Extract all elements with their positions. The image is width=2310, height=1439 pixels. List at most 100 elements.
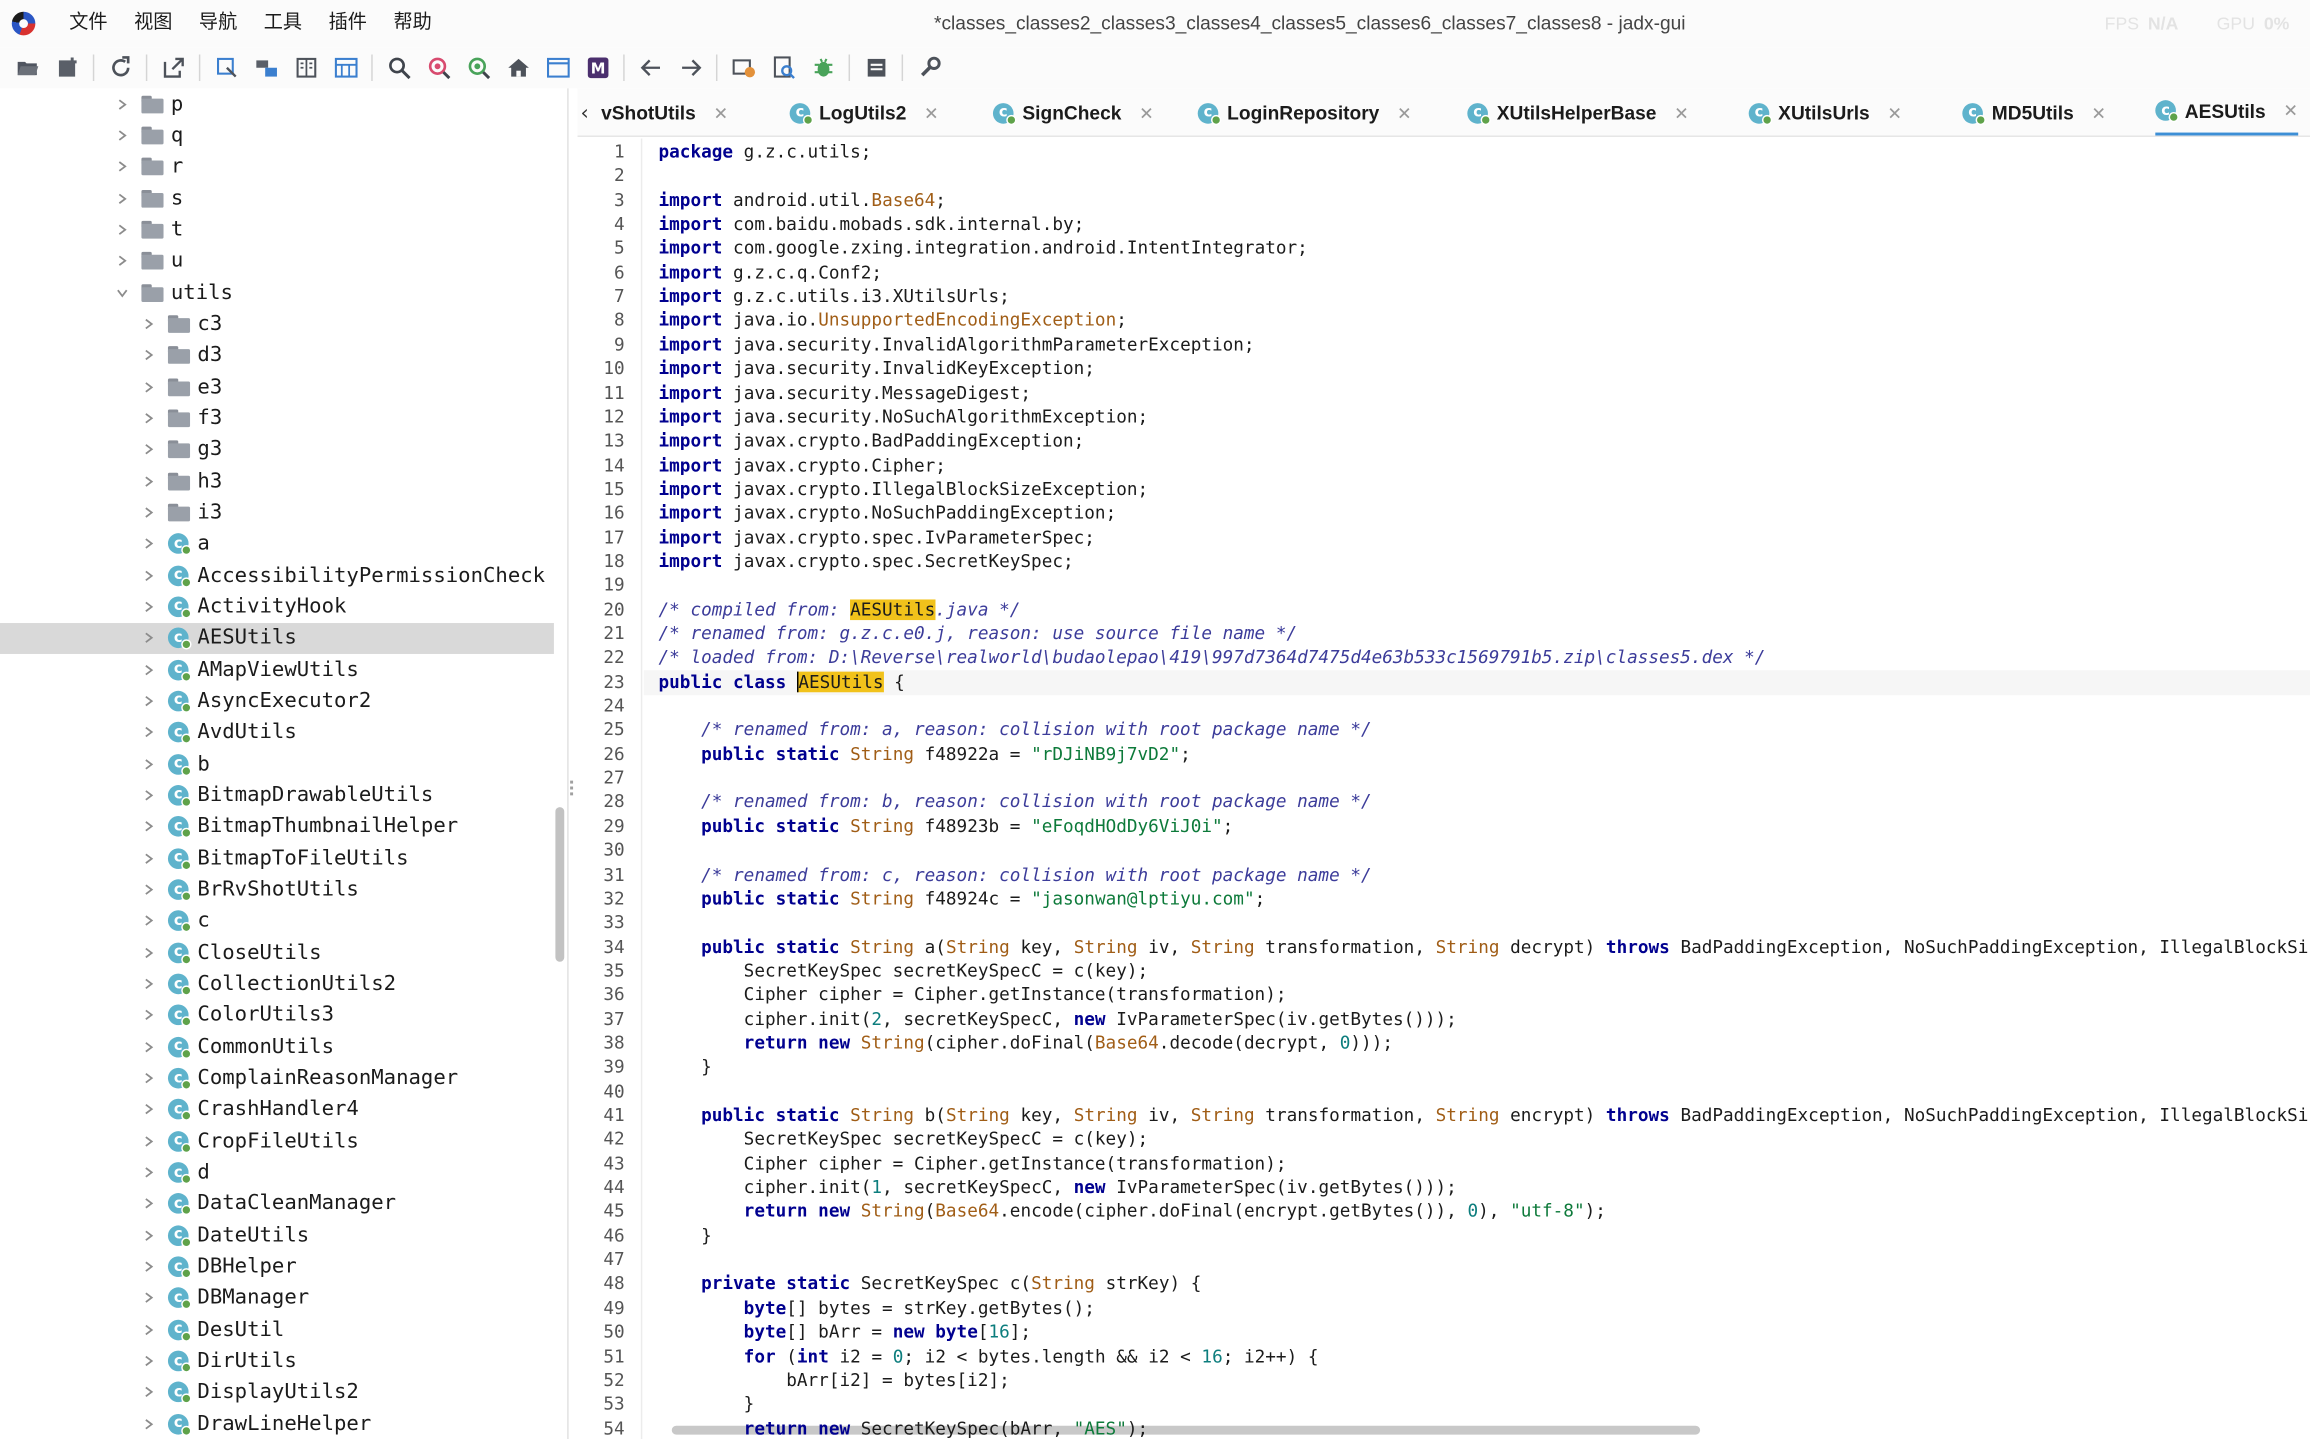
- open-icon[interactable]: [11, 52, 43, 84]
- chevron-right-icon[interactable]: [141, 725, 156, 740]
- tree-class-node[interactable]: c BitmapToFileUtils: [0, 843, 554, 874]
- tree-package-node[interactable]: g3: [0, 434, 554, 465]
- tree-class-node[interactable]: c DisplayUtils2: [0, 1377, 554, 1408]
- tree-package-node[interactable]: e3: [0, 371, 554, 402]
- tree-package-node[interactable]: u: [0, 246, 554, 277]
- chevron-right-icon[interactable]: [115, 191, 130, 206]
- tab-vshotutils[interactable]: vShotUtils ✕: [601, 88, 728, 135]
- tree-class-node[interactable]: c ActivityHook: [0, 591, 554, 622]
- tree-package-node[interactable]: q: [0, 120, 554, 151]
- tree-class-node[interactable]: c DesUtil: [0, 1314, 554, 1345]
- chevron-right-icon[interactable]: [141, 1197, 156, 1212]
- menu-tools[interactable]: 工具: [251, 0, 316, 47]
- chevron-right-icon[interactable]: [141, 1102, 156, 1117]
- chevron-right-icon[interactable]: [141, 914, 156, 929]
- tree-class-node[interactable]: c BrRvShotUtils: [0, 874, 554, 905]
- chevron-right-icon[interactable]: [141, 568, 156, 583]
- splitter-handle[interactable]: [570, 780, 574, 799]
- log-viewer-icon[interactable]: [541, 52, 573, 84]
- chevron-right-icon[interactable]: [141, 631, 156, 646]
- tree-class-node[interactable]: c CrashHandler4: [0, 1094, 554, 1125]
- chevron-right-icon[interactable]: [141, 599, 156, 614]
- tree-class-node[interactable]: c AMapViewUtils: [0, 654, 554, 685]
- close-icon[interactable]: ✕: [713, 102, 728, 123]
- tab-logutils2[interactable]: c LogUtils2 ✕: [789, 88, 939, 135]
- tree-class-node[interactable]: cc: [0, 906, 554, 937]
- tree-package-node[interactable]: h3: [0, 466, 554, 497]
- tree-package-node[interactable]: s: [0, 183, 554, 214]
- tree-scrollbar[interactable]: [555, 807, 565, 962]
- tree-package-node[interactable]: d3: [0, 340, 554, 371]
- tree-class-node[interactable]: c AESUtils: [0, 622, 554, 654]
- tree-class-node[interactable]: cb: [0, 748, 554, 779]
- tree-class-node[interactable]: c DateUtils: [0, 1220, 554, 1251]
- tree-class-node[interactable]: c CommonUtils: [0, 1031, 554, 1062]
- deobfuscate-icon[interactable]: [767, 52, 799, 84]
- chevron-right-icon[interactable]: [141, 1322, 156, 1337]
- tree-class-node[interactable]: c CollectionUtils2: [0, 968, 554, 999]
- forward-icon[interactable]: [674, 52, 706, 84]
- chevron-right-icon[interactable]: [141, 1354, 156, 1369]
- find-usage-icon[interactable]: [422, 52, 454, 84]
- tree-class-node[interactable]: ca: [0, 528, 554, 559]
- tree-package-node[interactable]: p: [0, 88, 554, 119]
- chevron-right-icon[interactable]: [115, 159, 130, 174]
- tree-package-node[interactable]: r: [0, 151, 554, 182]
- chevron-right-icon[interactable]: [115, 254, 130, 269]
- menu-view[interactable]: 视图: [121, 0, 186, 47]
- menu-help[interactable]: 帮助: [380, 0, 445, 47]
- chevron-right-icon[interactable]: [141, 819, 156, 834]
- menu-navigation[interactable]: 导航: [186, 0, 251, 47]
- tree-class-node[interactable]: c AccessibilityPermissionCheck: [0, 560, 554, 591]
- chevron-right-icon[interactable]: [141, 945, 156, 960]
- tab-loginrepository[interactable]: c LoginRepository ✕: [1197, 88, 1412, 135]
- tree-class-node[interactable]: c AsyncExecutor2: [0, 686, 554, 717]
- preferences-icon[interactable]: [913, 52, 945, 84]
- chevron-down-icon[interactable]: [115, 285, 130, 300]
- chevron-right-icon[interactable]: [141, 348, 156, 363]
- tree-package-node[interactable]: c3: [0, 308, 554, 339]
- home-icon[interactable]: [502, 52, 534, 84]
- tree-class-node[interactable]: c CloseUtils: [0, 937, 554, 968]
- tree-class-node[interactable]: c DataCleanManager: [0, 1188, 554, 1219]
- chevron-right-icon[interactable]: [141, 442, 156, 457]
- close-icon[interactable]: ✕: [1139, 102, 1154, 123]
- chevron-right-icon[interactable]: [141, 1417, 156, 1432]
- tree-package-node[interactable]: f3: [0, 403, 554, 434]
- tree-class-node[interactable]: c AvdUtils: [0, 717, 554, 748]
- tree-class-node[interactable]: c ColorUtils3: [0, 1000, 554, 1031]
- debug-icon[interactable]: [807, 52, 839, 84]
- chevron-right-icon[interactable]: [141, 316, 156, 331]
- close-icon[interactable]: ✕: [2091, 102, 2106, 123]
- chevron-right-icon[interactable]: [141, 757, 156, 772]
- tab-scroll-left-icon[interactable]: ‹: [580, 102, 598, 126]
- tab-xutilshelperbase[interactable]: c XUtilsHelperBase ✕: [1467, 88, 1689, 135]
- menu-file[interactable]: 文件: [56, 0, 121, 47]
- add-files-icon[interactable]: [51, 52, 83, 84]
- tree-class-node[interactable]: c BitmapDrawableUtils: [0, 780, 554, 811]
- tree-class-node[interactable]: c CropFileUtils: [0, 1126, 554, 1157]
- tree-class-node[interactable]: c ComplainReasonManager: [0, 1063, 554, 1094]
- chevron-right-icon[interactable]: [141, 536, 156, 551]
- chevron-right-icon[interactable]: [141, 694, 156, 709]
- tab-aesutils[interactable]: c AESUtils ✕: [2155, 88, 2299, 136]
- reload-icon[interactable]: [104, 52, 136, 84]
- close-icon[interactable]: ✕: [1674, 102, 1689, 123]
- chevron-right-icon[interactable]: [141, 474, 156, 489]
- back-icon[interactable]: [634, 52, 666, 84]
- logcat-icon[interactable]: [860, 52, 892, 84]
- tab-xutilsurls[interactable]: c XUtilsUrls ✕: [1748, 88, 1902, 135]
- chevron-right-icon[interactable]: [115, 222, 130, 237]
- chevron-right-icon[interactable]: [141, 1071, 156, 1086]
- code-editor[interactable]: 1 2 3 4 5 6 7 8 9 10 11 12 13 14 15 16 17 18 19 20 21 22 23 24 2…: [577, 138, 2310, 1439]
- smali-icon[interactable]: M: [581, 52, 613, 84]
- code-search-icon[interactable]: [462, 52, 494, 84]
- chevron-right-icon[interactable]: [141, 411, 156, 426]
- chevron-right-icon[interactable]: [115, 128, 130, 143]
- split-view-icon[interactable]: [289, 52, 321, 84]
- tree-package-node[interactable]: i3: [0, 497, 554, 528]
- chevron-right-icon[interactable]: [141, 977, 156, 992]
- chevron-right-icon[interactable]: [141, 1134, 156, 1149]
- tree-class-node[interactable]: c DrawLineHelper: [0, 1408, 554, 1439]
- sync-tree-icon[interactable]: [210, 52, 242, 84]
